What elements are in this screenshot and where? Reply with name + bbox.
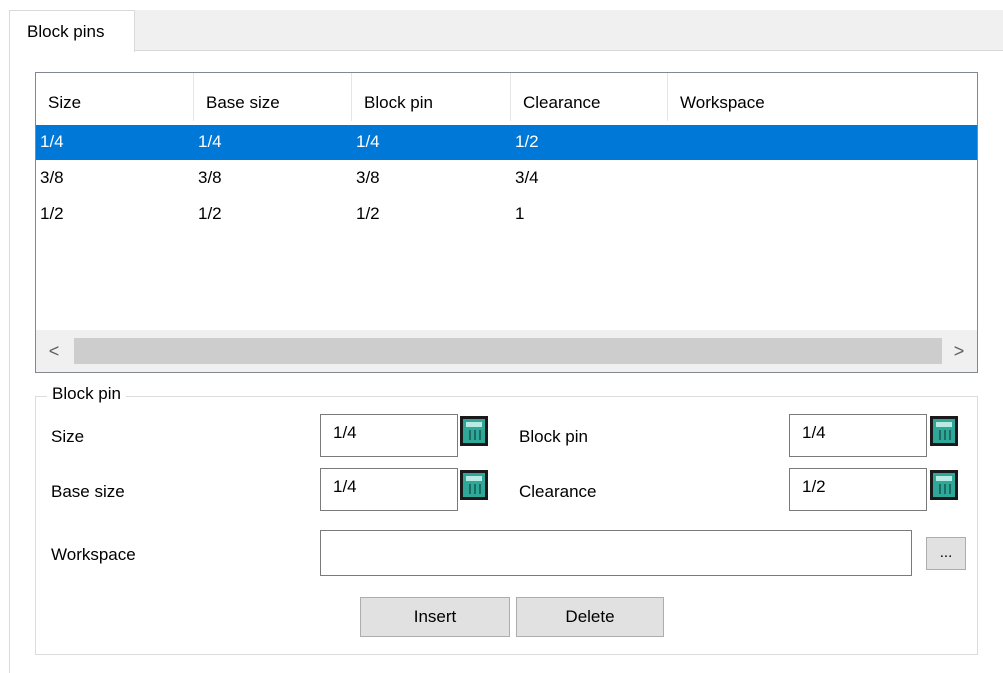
scroll-right-icon[interactable]: > [941, 330, 977, 372]
workspace-label: Workspace [51, 545, 136, 564]
cell-block-pin: 3/8 [356, 168, 380, 187]
block-pin-label: Block pin [519, 427, 588, 446]
cell-base-size: 1/4 [198, 132, 222, 151]
list-header: Size Base size Block pin Clearance Works… [36, 73, 977, 121]
insert-button[interactable]: Insert [360, 597, 510, 637]
cell-base-size: 3/8 [198, 168, 222, 187]
calculator-icon[interactable] [930, 416, 958, 446]
tab-block-pins[interactable]: Block pins [9, 10, 135, 52]
block-pin-field[interactable]: 1/4 [789, 414, 927, 457]
base-size-field[interactable]: 1/4 [320, 468, 458, 511]
base-size-field-value: 1/4 [333, 477, 357, 496]
cell-block-pin: 1/4 [356, 132, 380, 151]
table-row[interactable]: 1/2 1/2 1/2 1 [36, 197, 977, 232]
cell-clearance: 3/4 [515, 168, 539, 187]
tab-label: Block pins [27, 22, 105, 41]
cell-clearance: 1 [515, 204, 525, 223]
clearance-field-value: 1/2 [802, 477, 826, 496]
tab-strip-background [134, 10, 1003, 50]
table-row[interactable]: 1/4 1/4 1/4 1/2 [36, 125, 977, 160]
base-size-label: Base size [51, 482, 125, 501]
size-field[interactable]: 1/4 [320, 414, 458, 457]
delete-button[interactable]: Delete [516, 597, 664, 637]
scrollbar-thumb[interactable] [74, 338, 942, 364]
group-title: Block pin [47, 384, 126, 404]
size-field-value: 1/4 [333, 423, 357, 442]
block-pin-field-value: 1/4 [802, 423, 826, 442]
column-label: Workspace [680, 93, 765, 112]
cell-size: 1/4 [40, 132, 64, 151]
column-header-workspace[interactable]: Workspace [668, 73, 977, 121]
browse-button[interactable]: ... [926, 537, 966, 570]
cell-size: 1/2 [40, 204, 64, 223]
tab-page-border [9, 50, 10, 673]
horizontal-scrollbar[interactable]: < > [36, 330, 977, 372]
column-label: Clearance [523, 93, 601, 112]
column-header-clearance[interactable]: Clearance [511, 73, 668, 121]
cell-workspace [668, 197, 672, 232]
column-header-base-size[interactable]: Base size [194, 73, 352, 121]
column-header-size[interactable]: Size [36, 73, 194, 121]
cell-size: 3/8 [40, 168, 64, 187]
workspace-field[interactable] [320, 530, 912, 576]
calculator-icon[interactable] [460, 416, 488, 446]
clearance-label: Clearance [519, 482, 597, 501]
calculator-icon[interactable] [460, 470, 488, 500]
cell-workspace [668, 161, 672, 196]
tab-divider [134, 50, 1003, 51]
table-row[interactable]: 3/8 3/8 3/8 3/4 [36, 161, 977, 196]
column-header-block-pin[interactable]: Block pin [352, 73, 511, 121]
size-label: Size [51, 427, 85, 446]
column-label: Base size [206, 93, 280, 112]
cell-workspace [668, 125, 672, 160]
cell-block-pin: 1/2 [356, 204, 380, 223]
calculator-icon[interactable] [930, 470, 958, 500]
column-label: Block pin [364, 93, 433, 112]
column-label: Size [48, 93, 82, 112]
scroll-left-icon[interactable]: < [36, 330, 72, 372]
cell-clearance: 1/2 [515, 132, 539, 151]
clearance-field[interactable]: 1/2 [789, 468, 927, 511]
cell-base-size: 1/2 [198, 204, 222, 223]
block-pins-list[interactable]: Size Base size Block pin Clearance Works… [35, 72, 978, 373]
